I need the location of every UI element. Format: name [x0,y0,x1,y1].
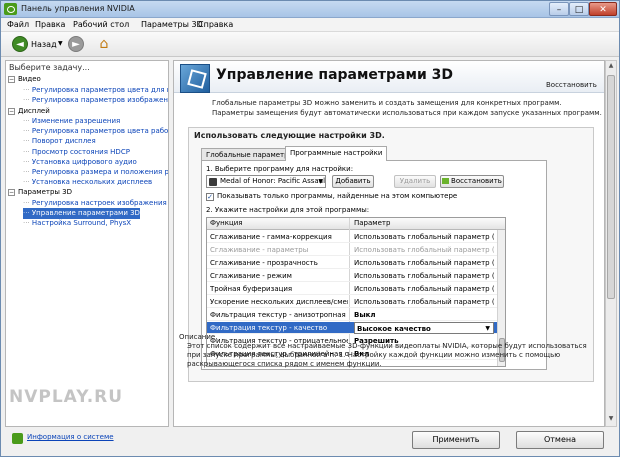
table-row[interactable]: Фильтрация текстур - анизотропная оп... В… [207,309,497,321]
chevron-down-icon: ▼ [318,178,323,185]
collapse-icon[interactable]: − [8,189,15,196]
row-function: Тройная буферизация [210,285,293,293]
app-window: Панель управления NVIDIA – □ ✕ Файл Прав… [0,0,620,457]
row-function: Сглаживание - режим [210,272,292,280]
tree-category-3d[interactable]: − Параметры 3D [6,187,168,198]
menu-help[interactable]: Справка [198,20,233,29]
tree-item-label[interactable]: Регулировка параметров изображения для в… [23,95,168,106]
show-installed-label[interactable]: Показывать только программы, найденные н… [217,192,457,200]
home-icon[interactable]: ⌂ [96,36,112,52]
row-parameter[interactable]: Использовать глобальный параметр (У... [354,244,494,256]
table-row-selected[interactable]: Фильтрация текстур - качество Высокое ка… [207,322,497,334]
watermark: NVPLAY.RU [9,387,124,407]
add-program-button[interactable]: Добавить [332,175,374,188]
menu-3d-settings[interactable]: Параметры 3D [141,20,203,29]
program-select-value: Medal of Honor: Pacific Assault ... [220,177,326,185]
table-row[interactable]: Сглаживание - режим Использовать глобальн… [207,270,497,282]
step2-label: 2. Укажите настройки для этой программы: [206,206,370,214]
apply-button[interactable]: Применить [412,431,500,449]
content-scrollbar[interactable]: ▲ ▼ [605,60,617,427]
chevron-down-icon: ▼ [485,325,490,332]
column-header-parameter[interactable]: Параметр [354,218,390,229]
system-info-icon [12,433,23,444]
row-function: Сглаживание - прозрачность [210,259,318,267]
row-parameter[interactable]: Использовать глобальный параметр (У... [354,270,494,282]
tab-panel: 1. Выберите программу для настройки: Med… [201,160,547,370]
show-installed-checkbox[interactable]: ✓ [206,193,214,201]
table-row[interactable]: Сглаживание - гамма-коррекция Использоват… [207,231,497,243]
3d-settings-icon [180,64,210,93]
restore-program-button[interactable]: Восстановить [440,175,504,188]
table-row[interactable]: Ускорение нескольких дисплеев/смеша... Ис… [207,296,497,308]
menu-desktop[interactable]: Рабочий стол [73,20,129,29]
tree-item-label[interactable]: Поворот дисплея [23,136,96,147]
row-parameter[interactable]: Использовать глобальный параметр (В... [354,283,494,295]
restore-defaults-link[interactable]: Восстановить [546,81,597,89]
program-select[interactable]: Medal of Honor: Pacific Assault ... ▼ [206,175,326,188]
tree-item-surround[interactable]: Настройка Surround, PhysX [6,218,168,229]
nvidia-icon [442,178,450,184]
tree-category-label: Видео [18,75,41,83]
tree-category-video[interactable]: − Видео [6,74,168,85]
title-bar: Панель управления NVIDIA – □ ✕ [1,1,619,18]
close-button[interactable]: ✕ [589,2,617,16]
table-row[interactable]: Тройная буферизация Использовать глобальн… [207,283,497,295]
back-icon[interactable]: ◄ [12,36,28,52]
row-parameter[interactable]: Использовать глобальный параметр (В... [354,257,494,269]
menu-file[interactable]: Файл [7,20,29,29]
table-row[interactable]: Сглаживание - параметры Использовать глоб… [207,244,497,256]
sidebar-header: Выберите задачу... [9,63,90,72]
toolbar: ◄ Назад ▼ ► ⌂ [1,32,619,57]
back-history-dropdown-icon[interactable]: ▼ [58,40,63,47]
content-scroll-thumb[interactable] [607,75,615,299]
restore-program-label: Восстановить [451,177,502,185]
minimize-button[interactable]: – [549,2,569,16]
description-text: Этот список содержит все настраиваемые 3… [187,342,587,368]
tree-item-rotate[interactable]: Поворот дисплея [6,136,168,147]
system-info-link[interactable]: Информация о системе [27,433,114,441]
row-function: Ускорение нескольких дисплеев/смеша... [210,298,348,306]
row-parameter-value: Высокое качество [357,325,431,333]
row-function: Фильтрация текстур - анизотропная оп... [210,311,348,319]
main-content: Управление параметрами 3D Восстановить Г… [173,60,605,427]
row-parameter-dropdown[interactable]: Высокое качество ▼ [354,322,494,334]
menu-bar: Файл Правка Рабочий стол Параметры 3D Сп… [1,18,619,32]
row-function: Сглаживание - параметры [210,246,309,254]
back-button-label[interactable]: Назад [31,40,57,49]
column-header-function[interactable]: Функция [210,218,243,229]
description-title: Описание. [179,333,218,341]
table-row[interactable]: Сглаживание - прозрачность Использовать г… [207,257,497,269]
tab-program-settings[interactable]: Программные настройки [285,146,388,161]
grid-header: Функция Параметр [207,218,505,230]
row-parameter[interactable]: Выкл [354,309,494,321]
remove-program-button[interactable]: Удалить [394,175,436,188]
maximize-button[interactable]: □ [569,2,589,16]
tree-item-label[interactable]: Настройка Surround, PhysX [23,218,131,229]
step1-label: 1. Выберите программу для настройки: [206,165,354,173]
cancel-button[interactable]: Отмена [516,431,604,449]
page-banner: Управление параметрами 3D Восстановить [174,61,604,93]
game-icon [209,178,217,186]
task-sidebar: Выберите задачу... − Видео Регулировка п… [5,60,169,427]
tree-item-video-image[interactable]: Регулировка параметров изображения для в… [6,95,168,106]
menu-edit[interactable]: Правка [35,20,65,29]
section-label: Использовать следующие настройки 3D. [194,131,385,140]
scroll-up-icon[interactable]: ▲ [607,62,615,72]
nvidia-logo-icon [4,3,17,15]
row-parameter[interactable]: Использовать глобальный параметр (Р... [354,296,494,308]
intro-text: Глобальные параметры 3D можно заменить и… [212,99,602,117]
row-function: Фильтрация текстур - качество [210,324,328,332]
page-title: Управление параметрами 3D [216,67,453,83]
scroll-down-icon[interactable]: ▼ [607,415,615,425]
collapse-icon[interactable]: − [8,108,15,115]
forward-icon[interactable]: ► [68,36,84,52]
window-title: Панель управления NVIDIA [21,4,135,13]
collapse-icon[interactable]: − [8,76,15,83]
row-function: Сглаживание - гамма-коррекция [210,233,332,241]
row-parameter[interactable]: Использовать глобальный параметр (Вкл) [354,231,494,243]
tree-category-label: Параметры 3D [18,188,72,196]
